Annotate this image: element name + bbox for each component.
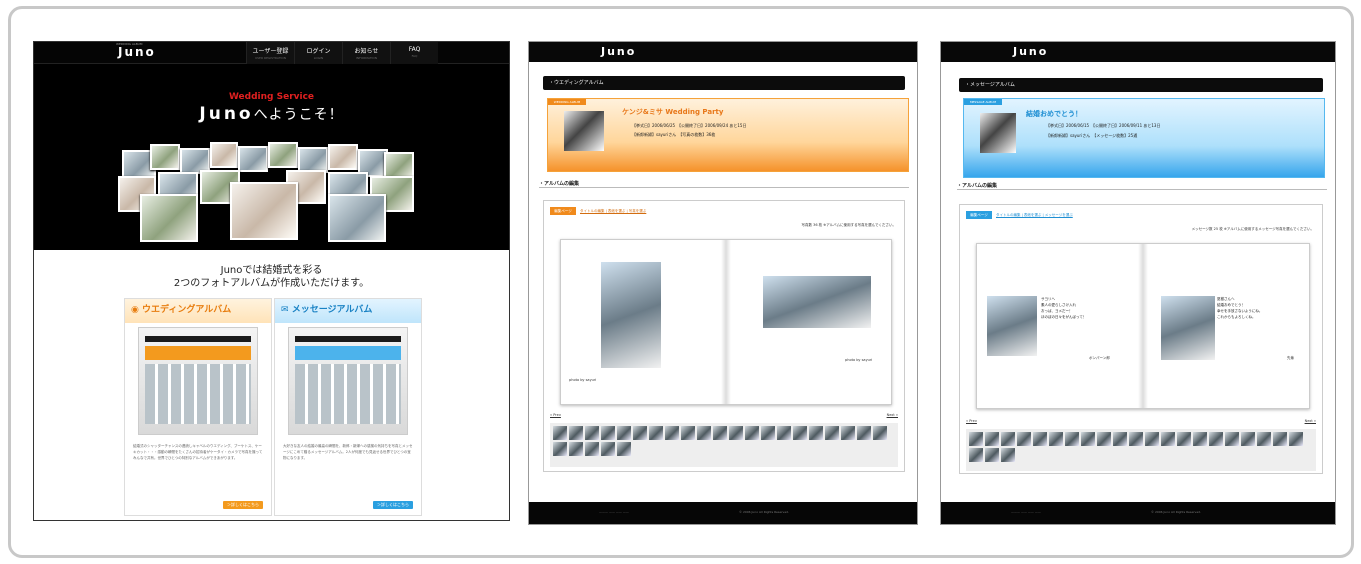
page-title: ・ウエディングアルバム: [543, 76, 905, 90]
message-album-description: 大好きな友人の結婚の最高の瞬間を、新郎・新婦への感謝の気持ちを写真とメッセージに…: [283, 444, 413, 460]
wedding-album-description: 結婚式のシャッターチャンスの連続しキャベルのウエディング、ブーケトス、ケーキカッ…: [133, 444, 263, 460]
juno-logo[interactable]: Juno: [118, 45, 156, 59]
album-dates: 【挙式日】2006/06/15 【公開終了日】2006/09/11 あと13日: [1046, 123, 1161, 128]
left-signature: ポンパーン郎: [1089, 356, 1110, 360]
right-message: 夏樹さんへ 結婚おめでとう！ 幸せを手放さないようにね。 これからもよろしくね。: [1217, 297, 1263, 319]
album-name: 結婚おめでとう！: [1026, 110, 1082, 118]
message-icon: ✉: [281, 305, 292, 315]
tab-links[interactable]: タイトルの編集 | 表紙を選ぶ | 写真を選ぶ: [580, 209, 646, 214]
cover-photo: [980, 113, 1016, 153]
section-heading: ・アルバムの編集: [539, 180, 909, 188]
wedding-album-preview: [138, 327, 258, 435]
message-spread: サヨリへ 素人の愛らしさけ入れ おっぱ、ヨメだー！ ほのぼの日々をがんばって！ …: [976, 243, 1310, 409]
message-album-title: ✉ メッセージアルバム: [275, 299, 421, 323]
prev-link[interactable]: « Prev: [550, 413, 561, 417]
top-bar: Juno: [941, 42, 1335, 62]
left-photo-caption: photo by sayuri: [569, 378, 597, 382]
footer-links[interactable]: ——— —— —— ——: [1011, 510, 1041, 514]
editor-tabs: 編集ページ タイトルの編集 | 表紙を選ぶ | メッセージを選ぶ: [966, 211, 1073, 219]
page-footer: ——— —— —— —— © 2006 Juno All Rights Rese…: [529, 502, 917, 524]
editor-tabs: 編集ページ タイトルの編集 | 表紙を選ぶ | 写真を選ぶ: [550, 207, 646, 215]
album-editor: 編集ページ タイトルの編集 | 表紙を選ぶ | メッセージを選ぶ メッセージ数 …: [959, 204, 1323, 474]
section-heading: ・アルバムの編集: [957, 182, 1327, 190]
top-bar: Juno: [529, 42, 917, 62]
prev-link[interactable]: « Prev: [966, 419, 977, 423]
copyright: © 2006 Juno All Rights Reserved.: [1151, 510, 1202, 514]
album-owner: 【新郎新婦】sayuriさん 【写真の枚数】36枚: [632, 132, 716, 137]
album-info-box: MESSAGE ALBUM 結婚おめでとう！ 【挙式日】2006/06/15 【…: [963, 98, 1325, 178]
tab-links[interactable]: タイトルの編集 | 表紙を選ぶ | メッセージを選ぶ: [996, 213, 1073, 218]
album-owner: 【新郎新婦】sayuriさん 【メッセージ枚数】25通: [1046, 133, 1138, 138]
left-message: サヨリへ 素人の愛らしさけ入れ おっぱ、ヨメだー！ ほのぼの日々をがんばって！: [1041, 297, 1087, 319]
nav-item-faq[interactable]: FAQ FAQ: [390, 42, 438, 64]
message-album-preview: [288, 327, 408, 435]
top-nav: WEDDING ALBUM Juno ユーザー登録 USER REGISTRATI…: [34, 42, 509, 64]
welcome-heading: Junoへようこそ！: [199, 104, 344, 124]
message-album-card[interactable]: ✉ メッセージアルバム 大好きな友人の結婚の最高の瞬間を、新郎・新婦への感謝の気…: [274, 298, 422, 516]
album-dates: 【挙式日】2006/06/25 【公開終了日】2006/09/24 あと15日: [632, 123, 747, 128]
wedding-album-screenshot: Juno ・ウエディングアルバム WEDDING ALBUM ケンジ&ミサ We…: [528, 41, 918, 525]
right-signature: 先輩: [1287, 356, 1294, 360]
next-link[interactable]: Next »: [1305, 419, 1316, 423]
tab-edit-page[interactable]: 編集ページ: [550, 207, 576, 215]
page-title: ・メッセージアルバム: [959, 78, 1323, 92]
album-editor: 編集ページ タイトルの編集 | 表紙を選ぶ | 写真を選ぶ 写真数 36 枚 ※…: [543, 200, 905, 472]
juno-logo[interactable]: Juno: [601, 45, 636, 58]
album-info-box: WEDDING ALBUM ケンジ&ミサ Wedding Party 【挙式日】…: [547, 98, 909, 172]
message-album-screenshot: Juno ・メッセージアルバム MESSAGE ALBUM 結婚おめでとう！ 【…: [940, 41, 1336, 525]
photo-collage: [118, 138, 418, 250]
copyright: © 2006 Juno All Rights Reserved.: [739, 510, 790, 514]
message-details-button[interactable]: ＞詳しくはこちら: [373, 501, 413, 509]
footer-links[interactable]: ——— —— —— ——: [599, 510, 629, 514]
wedding-details-button[interactable]: ＞詳しくはこちら: [223, 501, 263, 509]
nav-item-info[interactable]: お知らせ INFORMATION: [342, 42, 390, 64]
album-type-tag: WEDDING ALBUM: [548, 99, 586, 105]
nav-item-login[interactable]: ログイン LOGIN: [294, 42, 342, 64]
wedding-album-title: ◉ ウエディングアルバム: [125, 299, 271, 323]
album-spread: photo by sayuri photo by sayuri: [560, 239, 892, 405]
wedding-album-card[interactable]: ◉ ウエディングアルバム 結婚式のシャッターチャンスの連続しキャベルのウエディン…: [124, 298, 272, 516]
right-photo-caption: photo by sayuri: [845, 358, 873, 362]
nav-items: ユーザー登録 USER REGISTRATION ログイン LOGIN お知らせ IN…: [246, 42, 438, 64]
service-label: Wedding Service: [228, 92, 315, 102]
intro-text: Junoでは結婚式を彩る 2つのフォトアルバムが作成いただけます。: [173, 265, 370, 289]
next-link[interactable]: Next »: [887, 413, 898, 417]
nav-item-register[interactable]: ユーザー登録 USER REGISTRATION: [246, 42, 294, 64]
album-name: ケンジ&ミサ Wedding Party: [622, 108, 724, 116]
right-message-photo[interactable]: [1161, 296, 1215, 360]
right-page-photo[interactable]: [763, 276, 871, 328]
page-footer: ——— —— —— —— © 2006 Juno All Rights Rese…: [941, 502, 1335, 524]
editor-hint: メッセージ数 25 枚 ※アルバムに使用するメッセージ写真を選んでください。: [1191, 227, 1314, 231]
hero-area: WEDDING ALBUM Juno ユーザー登録 USER REGISTRATI…: [34, 42, 509, 250]
photo-thumbnails[interactable]: [550, 423, 898, 467]
left-message-photo[interactable]: [987, 296, 1037, 356]
message-thumbnails[interactable]: [966, 429, 1316, 471]
album-type-tag: MESSAGE ALBUM: [964, 99, 1002, 105]
left-page-photo[interactable]: [601, 262, 661, 368]
cover-photo: [564, 111, 604, 151]
editor-hint: 写真数 36 枚 ※アルバムに使用する写真を選んでください。: [801, 223, 896, 227]
top-page-screenshot: WEDDING ALBUM Juno ユーザー登録 USER REGISTRATI…: [33, 41, 510, 521]
tab-edit-page[interactable]: 編集ページ: [966, 211, 992, 219]
juno-logo[interactable]: Juno: [1013, 45, 1048, 58]
camera-icon: ◉: [131, 305, 142, 315]
